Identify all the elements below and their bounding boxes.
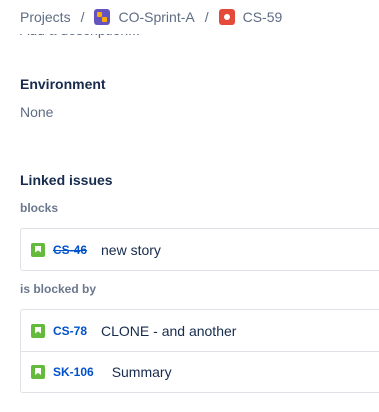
linked-issue-row[interactable]: SK-106 Summary — [21, 351, 379, 392]
issue-key-link[interactable]: SK-106 — [53, 365, 94, 379]
linked-issues-group-blocks: CS-46 new story — [20, 228, 379, 271]
breadcrumb-project-label: CO-Sprint-A — [118, 9, 195, 25]
environment-heading: Environment — [20, 76, 106, 92]
issue-summary: Summary — [111, 364, 172, 380]
breadcrumb-projects-link[interactable]: Projects — [20, 9, 71, 25]
breadcrumb-project-link[interactable]: CO-Sprint-A — [94, 9, 195, 25]
environment-value[interactable]: None — [20, 104, 53, 120]
linked-issues-group-is-blocked-by: CS-78 CLONE - and another SK-106 Summary — [20, 309, 379, 393]
issue-detail-panel: Add a description... Projects / CO-Sprin… — [0, 0, 379, 412]
story-icon — [31, 242, 45, 257]
breadcrumb: Projects / CO-Sprint-A / CS-59 — [0, 0, 379, 34]
project-avatar-icon — [94, 9, 111, 25]
link-type-label: is blocked by — [20, 282, 97, 296]
link-type-label: blocks — [20, 201, 59, 215]
linked-issues-heading: Linked issues — [20, 172, 113, 188]
breadcrumb-issue-label: CS-59 — [242, 9, 283, 25]
breadcrumb-separator: / — [80, 9, 85, 25]
breadcrumb-issue-link[interactable]: CS-59 — [218, 9, 283, 25]
issue-key-link[interactable]: CS-78 — [53, 324, 87, 338]
issue-key-link[interactable]: CS-46 — [53, 243, 87, 257]
story-icon — [31, 323, 45, 338]
issue-summary: new story — [101, 241, 161, 258]
story-icon — [31, 365, 45, 379]
issue-summary: CLONE - and another — [101, 322, 237, 339]
linked-issue-row[interactable]: CS-46 new story — [21, 229, 379, 270]
bug-icon — [218, 9, 235, 25]
breadcrumb-separator: / — [204, 9, 209, 25]
linked-issue-row[interactable]: CS-78 CLONE - and another — [21, 310, 379, 351]
